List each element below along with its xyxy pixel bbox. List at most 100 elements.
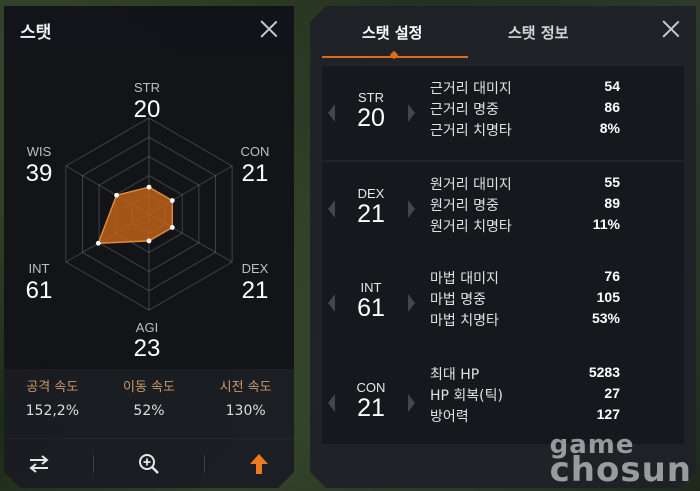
decrease-arrow-icon[interactable]	[328, 104, 335, 122]
move-speed-value: 52%	[133, 403, 165, 419]
radar-stat-shape	[98, 187, 172, 243]
list-item: 방어력 127	[430, 406, 620, 427]
radar-value-con: 21	[241, 160, 269, 187]
close-icon[interactable]	[258, 18, 280, 40]
stat-details-panel: 스탯 설정 스탯 정보 STR 20 근거리 대미지 54 근거리 명중 86 근거…	[310, 6, 696, 488]
radar-value-dex: 21	[241, 277, 269, 304]
decrease-arrow-icon[interactable]	[328, 294, 335, 312]
radar-value-wis: 39	[25, 160, 53, 187]
row-label: 근거리 명중	[430, 102, 499, 118]
stat-panel: 스탯 STR 20 CON 21 DEX 21 AGI 23 INT 61 WI…	[4, 6, 294, 488]
attack-speed-value: 152,2%	[25, 403, 80, 419]
radar-label-wis: WIS	[26, 144, 52, 159]
radar-label-str: STR	[134, 80, 160, 95]
radar-label-int: INT	[28, 261, 50, 276]
row-value: 53%	[591, 310, 620, 326]
row-value: 27	[604, 385, 620, 401]
row-value: 8%	[599, 120, 620, 136]
card-stat-name: CON	[356, 380, 386, 395]
row-label: 마법 명중	[430, 292, 486, 308]
card-stat-name: DEX	[357, 186, 385, 201]
watermark-line-2: chosun	[549, 450, 692, 491]
row-label: 근거리 대미지	[430, 81, 512, 97]
stat-radar-chart: STR 20 CON 21 DEX 21 AGI 23 INT 61 WIS 3…	[4, 54, 294, 369]
row-value: 89	[604, 195, 620, 211]
radar-point-agi	[147, 238, 152, 243]
list-item: 마법 치명타 53%	[430, 310, 620, 331]
stat-card-dex: DEX 21 원거리 대미지 55 원거리 명중 89 원거리 치명타 11%	[322, 162, 684, 256]
list-item: 근거리 치명타 8%	[430, 120, 620, 141]
card-stat-value: 61	[357, 294, 385, 322]
card-stat-value: 21	[357, 394, 385, 422]
attack-speed: 공격 속도 152,2%	[7, 376, 97, 419]
stat-panel-title: 스탯	[20, 22, 52, 43]
stat-tabs: 스탯 설정 스탯 정보	[310, 6, 696, 64]
row-label: 최대 HP	[430, 367, 480, 383]
row-label: 마법 치명타	[430, 313, 499, 329]
tab-stat-settings[interactable]: 스탯 설정	[362, 22, 422, 43]
list-item: HP 회복(틱) 27	[430, 385, 620, 406]
row-label: 원거리 대미지	[430, 177, 512, 193]
card-rows: 원거리 대미지 55 원거리 명중 89 원거리 치명타 11%	[430, 174, 620, 237]
card-stat-value: 21	[357, 200, 385, 228]
stat-toolbar	[4, 438, 294, 488]
row-value: 55	[604, 174, 620, 190]
radar-point-con	[170, 198, 175, 203]
decrease-arrow-icon[interactable]	[328, 394, 335, 412]
radar-label-dex: DEX	[241, 261, 269, 276]
cast-speed-label: 시전 속도	[219, 380, 272, 395]
row-value: 5283	[588, 364, 620, 380]
card-stat-name: INT	[360, 280, 382, 295]
list-item: 원거리 치명타 11%	[430, 216, 620, 237]
row-value: 105	[596, 289, 620, 305]
list-item: 근거리 명중 86	[430, 99, 620, 120]
radar-label-con: CON	[240, 144, 270, 159]
zoom-in-icon[interactable]	[134, 449, 164, 479]
row-value: 127	[596, 406, 620, 422]
speed-stats: 공격 속도 152,2% 이동 속도 52% 시전 속도 130%	[4, 376, 294, 419]
radar-label-agi: AGI	[135, 320, 159, 335]
row-label: 마법 대미지	[430, 271, 499, 287]
toolbar-divider	[204, 455, 205, 473]
list-item: 원거리 대미지 55	[430, 174, 620, 195]
radar-point-wis	[114, 193, 119, 198]
increase-arrow-icon[interactable]	[408, 394, 415, 412]
list-item: 최대 HP 5283	[430, 364, 620, 385]
close-icon[interactable]	[660, 18, 682, 40]
increase-arrow-icon[interactable]	[408, 294, 415, 312]
stat-card-int: INT 61 마법 대미지 76 마법 명중 105 마법 치명타 53%	[322, 256, 684, 350]
move-speed-label: 이동 속도	[122, 380, 175, 395]
row-label: 원거리 치명타	[430, 219, 512, 235]
row-value: 86	[604, 99, 620, 115]
radar-value-str: 20	[133, 96, 161, 123]
radar-point-int	[96, 241, 101, 246]
radar-point-dex	[170, 225, 175, 230]
cast-speed: 시전 속도 130%	[201, 376, 291, 419]
row-value: 76	[604, 268, 620, 284]
radar-value-agi: 23	[133, 335, 161, 362]
attack-speed-label: 공격 속도	[26, 380, 79, 395]
move-speed: 이동 속도 52%	[104, 376, 194, 419]
active-tab-indicator	[322, 56, 468, 58]
card-stat-name: STR	[358, 90, 384, 105]
toolbar-divider	[93, 455, 94, 473]
increase-arrow-icon[interactable]	[408, 104, 415, 122]
increase-arrow-icon[interactable]	[408, 200, 415, 218]
decrease-arrow-icon[interactable]	[328, 200, 335, 218]
card-rows: 근거리 대미지 54 근거리 명중 86 근거리 치명타 8%	[430, 78, 620, 141]
list-item: 마법 대미지 76	[430, 268, 620, 289]
row-label: 원거리 명중	[430, 198, 499, 214]
card-rows: 최대 HP 5283 HP 회복(틱) 27 방어력 127	[430, 364, 620, 427]
row-label: 방어력	[430, 409, 469, 425]
stat-panel-header: 스탯	[4, 6, 294, 54]
gamechosun-watermark: game chosun	[549, 432, 692, 491]
row-label: HP 회복(틱)	[430, 388, 503, 404]
card-rows: 마법 대미지 76 마법 명중 105 마법 치명타 53%	[430, 268, 620, 331]
list-item: 근거리 대미지 54	[430, 78, 620, 99]
radar-value-int: 61	[25, 277, 53, 304]
level-up-arrow-icon[interactable]	[244, 449, 274, 479]
row-value: 11%	[592, 216, 620, 232]
tab-stat-info[interactable]: 스탯 정보	[508, 22, 568, 43]
row-label: 근거리 치명타	[430, 123, 512, 139]
swap-arrows-icon[interactable]	[24, 449, 54, 479]
